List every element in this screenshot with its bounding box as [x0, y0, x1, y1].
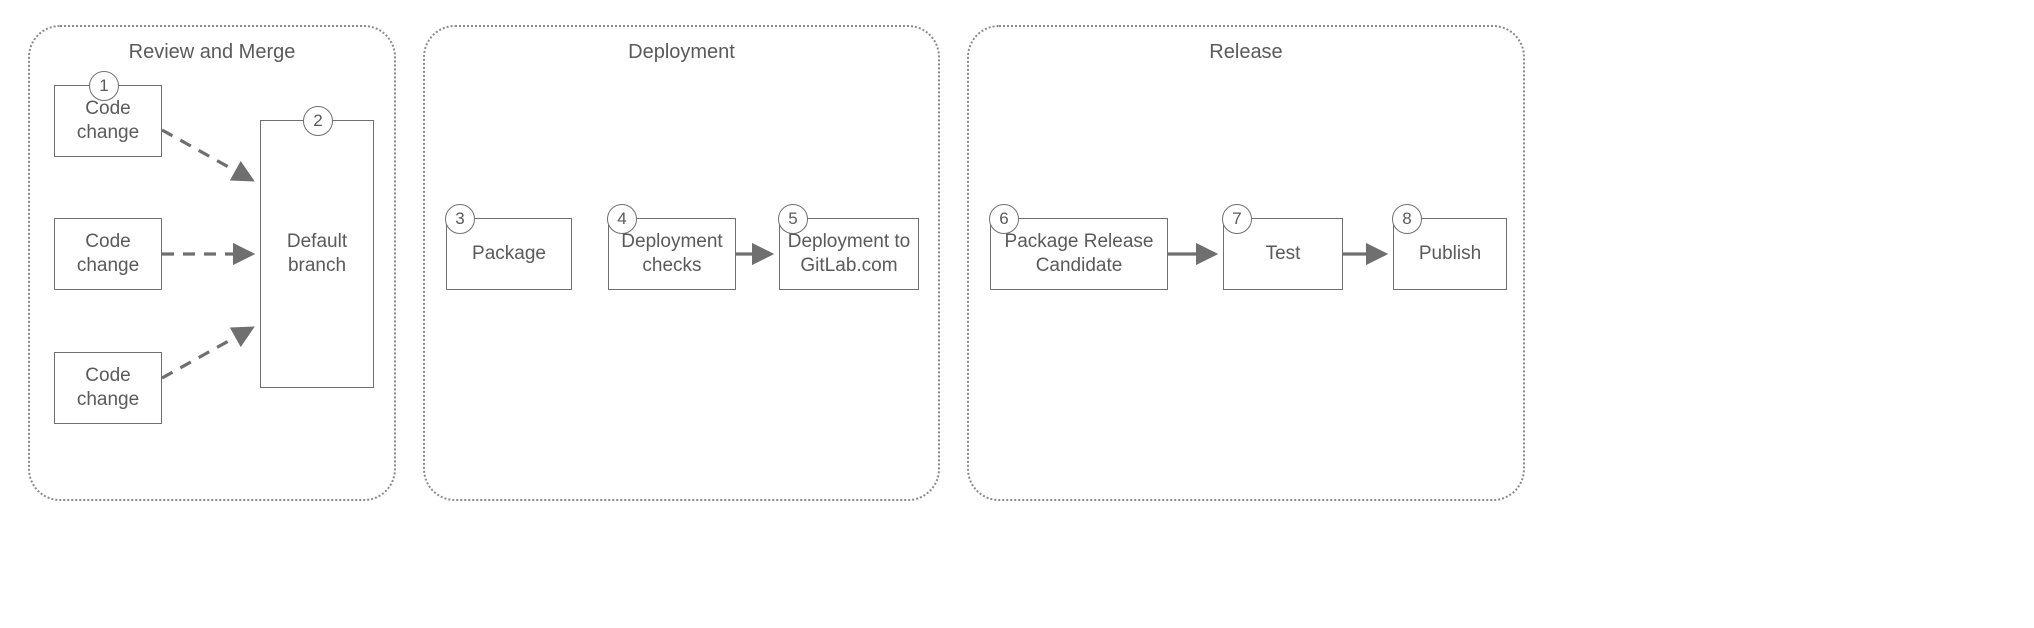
- badge-2: 2: [303, 106, 333, 136]
- node-label: Defaultbranch: [287, 230, 347, 278]
- badge-7: 7: [1222, 204, 1252, 234]
- node-label: Codechange: [77, 230, 139, 278]
- group-title-review: Review and Merge: [129, 41, 296, 64]
- badge-6: 6: [989, 204, 1019, 234]
- node-label: Test: [1266, 242, 1301, 266]
- node-package-release-candidate: Package ReleaseCandidate 6: [990, 218, 1168, 290]
- node-label: Package ReleaseCandidate: [1005, 230, 1154, 278]
- node-test: Test 7: [1223, 218, 1343, 290]
- badge-4: 4: [607, 204, 637, 234]
- badge-5: 5: [778, 204, 808, 234]
- node-code-change-1: Codechange 1: [54, 85, 162, 157]
- badge-3: 3: [445, 204, 475, 234]
- node-publish: Publish 8: [1393, 218, 1507, 290]
- node-package: Package 3: [446, 218, 572, 290]
- node-label: Codechange: [77, 97, 139, 145]
- node-label: Codechange: [77, 364, 139, 412]
- node-label: Package: [472, 242, 546, 266]
- node-label: Deploymentchecks: [621, 230, 722, 278]
- node-default-branch: Defaultbranch 2: [260, 120, 374, 388]
- node-code-change-2: Codechange: [54, 218, 162, 290]
- node-code-change-3: Codechange: [54, 352, 162, 424]
- node-label: Publish: [1419, 242, 1481, 266]
- node-deployment-checks: Deploymentchecks 4: [608, 218, 736, 290]
- node-deployment-to-gitlab: Deployment toGitLab.com 5: [779, 218, 919, 290]
- node-label: Deployment toGitLab.com: [788, 230, 911, 278]
- group-title-deploy: Deployment: [628, 41, 735, 64]
- badge-8: 8: [1392, 204, 1422, 234]
- badge-1: 1: [89, 71, 119, 101]
- diagram-canvas: Review and Merge Codechange 1 Codechange…: [0, 0, 2034, 628]
- group-title-release: Release: [1209, 41, 1282, 64]
